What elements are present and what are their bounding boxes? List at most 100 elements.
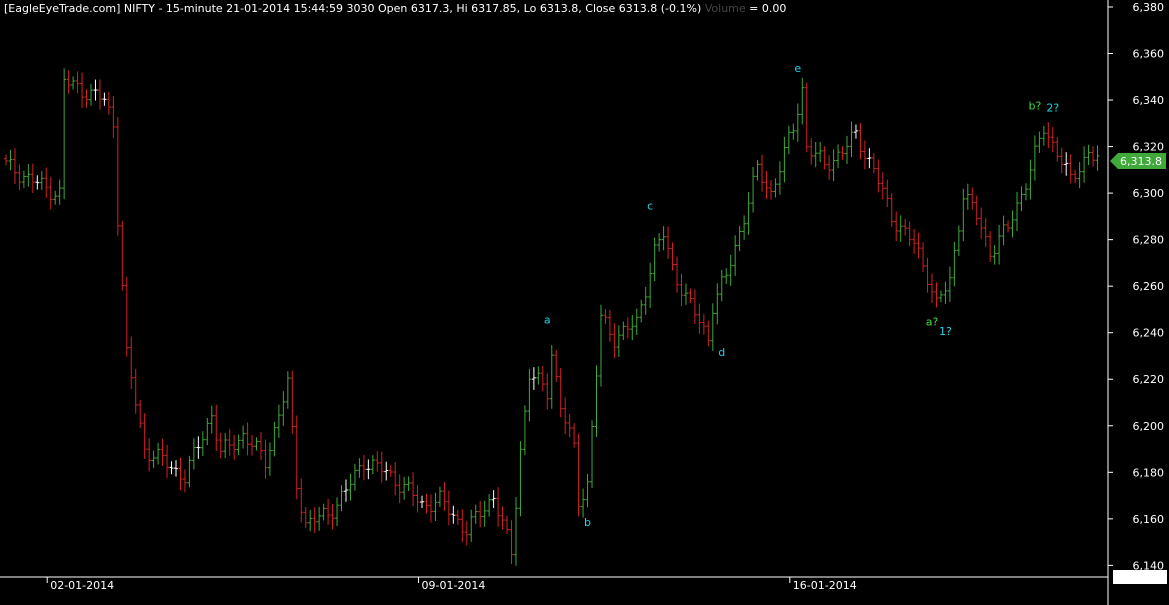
ohlc-bar [581,488,586,518]
ohlc-bar [822,146,827,170]
ohlc-bar [88,83,93,106]
ohlc-bar [348,473,353,501]
ohlc-bar [384,461,389,481]
ohlc-bar [138,399,143,429]
ohlc-bar [670,242,675,271]
ohlc-bar [1082,146,1087,183]
y-tick-label: 6,200 [1133,420,1165,433]
ohlc-bar [786,125,791,155]
ohlc-bar [182,469,187,493]
ohlc-bar [827,154,832,180]
ohlc-bar [518,441,523,517]
x-tick-label: 09-01-2014 [422,579,486,592]
ohlc-bar [997,224,1002,265]
chart-frame: a b c d e a? 1? b? 2? 6,140 6,160 6,180 6,200 6,220 6… [0,0,1169,605]
ohlc-bar [303,506,308,529]
ohlc-bar [943,281,948,305]
ohlc-bar [267,442,272,476]
ohlc-bar [1068,154,1073,184]
ohlc-bar [223,433,228,459]
ohlc-bar [48,177,53,210]
ohlc-bar [57,179,62,205]
ohlc-bar [505,515,510,534]
ohlc-bar [80,72,85,109]
ohlc-bar [451,505,456,524]
ohlc-bar [1023,183,1028,201]
ohlc-bar [491,490,496,509]
ohlc-bar [455,509,460,525]
wave-label: e [794,62,801,75]
ohlc-bar [133,368,138,414]
plot-border [0,0,1109,605]
ohlc-bar [666,226,671,259]
volume-tag: 0.00000 [1118,571,1164,584]
ohlc-bar [326,498,331,525]
ohlc-bar [679,273,684,307]
ohlc-bar [1032,135,1037,181]
ohlc-bar [151,450,156,468]
ohlc-bar [26,164,31,187]
ohlc-bar [8,150,13,171]
ohlc-bar [867,148,872,169]
y-tick-label: 6,320 [1133,141,1165,154]
ohlc-bar [366,459,371,480]
ohlc-bar [321,503,326,521]
ohlc-bar [737,225,742,252]
wave-label: d [718,346,725,359]
ohlc-bar [250,434,255,456]
ohlc-bar [352,463,357,491]
x-tick-label: 02-01-2014 [50,579,114,592]
ohlc-bar [795,103,800,142]
ohlc-bar [402,476,407,500]
ohlc-bar [603,308,608,325]
ohlc-bar [594,365,599,437]
wave-label: c [647,199,653,212]
ohlc-bar [335,497,340,527]
ohlc-bar [236,434,241,456]
ohlc-bar [129,336,134,389]
ohlc-bar [724,268,729,284]
ohlc-bar [853,124,858,139]
ohlc-bar [1041,125,1046,146]
ohlc-bar [160,438,165,467]
ohlc-bar [111,96,116,138]
wave-label: 2? [1046,102,1059,115]
ohlc-bar [607,310,612,342]
price-chart[interactable]: abcdea?1?b? 2? 6,1406,1606,1806,2006,2206… [0,0,1169,605]
ohlc-bar [563,397,568,435]
ohlc-bar [218,432,223,459]
y-axis: 6,1406,1606,1806,2006,2206,2406,2606,280… [1108,1,1164,572]
ohlc-bar [308,509,313,532]
ohlc-bar [124,276,129,357]
ohlc-bar [697,303,702,334]
ohlc-bar [106,91,111,115]
ohlc-bar [970,187,975,210]
ohlc-bar [21,170,26,188]
ohlc-bar [683,283,688,305]
ohlc-bar [536,366,541,385]
ohlc-bar [1091,146,1096,167]
y-tick-label: 6,380 [1133,1,1165,14]
ohlc-bar [947,266,952,303]
ohlc-bar [294,415,299,500]
ohlc-bar [437,486,442,507]
ohlc-bar [630,315,635,341]
y-tick-label: 6,240 [1133,327,1165,340]
ohlc-bar [263,439,268,479]
ohlc-bar [907,221,912,247]
ohlc-bar [728,254,733,286]
ohlc-bar [903,218,908,236]
ohlc-bar [572,423,577,448]
ohlc-bar [898,215,903,242]
ohlc-bar [258,432,263,461]
ohlc-bar [921,242,926,272]
ohlc-bar [299,478,304,523]
ohlc-bar [1006,220,1011,233]
ohlc-bar [464,521,469,546]
wave-label: b? [1028,99,1041,112]
y-tick-label: 6,180 [1133,466,1165,479]
ohlc-bar [379,451,384,483]
ohlc-bar [388,465,393,478]
ohlc-bar [527,368,532,422]
ohlc-bar [53,190,58,205]
